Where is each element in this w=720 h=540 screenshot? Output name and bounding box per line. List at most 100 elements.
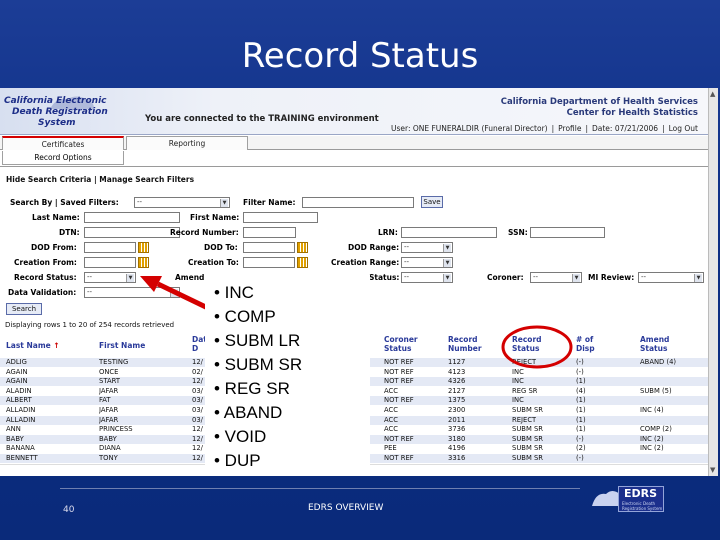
cell-first: TESTING bbox=[99, 358, 129, 366]
cell-recnum: 4326 bbox=[448, 377, 466, 386]
col-dod[interactable]: Dat D bbox=[192, 335, 206, 353]
cell-last[interactable]: ALADIN bbox=[6, 387, 32, 396]
cell-disp: (1) bbox=[576, 396, 586, 405]
cell-dod: 12/ bbox=[192, 444, 203, 453]
dtn-input[interactable] bbox=[84, 227, 180, 238]
mi-review-select[interactable]: -- ▼ bbox=[638, 272, 704, 283]
cell-coroner: NOT REF bbox=[384, 358, 414, 366]
dtn-label: DTN: bbox=[59, 228, 80, 237]
cell-disp: (1) bbox=[576, 425, 586, 434]
cell-coroner: NOT REF bbox=[384, 454, 414, 462]
scroll-down-icon[interactable]: ▼ bbox=[710, 466, 715, 474]
creation-range-label: Creation Range: bbox=[331, 258, 400, 267]
search-button[interactable]: Search bbox=[6, 303, 42, 315]
cell-dod: 03/ bbox=[192, 386, 203, 395]
cell-disp: (-) bbox=[576, 434, 584, 443]
cell-last[interactable]: BENNETT bbox=[6, 454, 38, 463]
coroner-label: Coroner: bbox=[487, 273, 524, 282]
col-num-disp[interactable]: # of Disp bbox=[576, 335, 595, 353]
cell-recnum: 3180 bbox=[448, 434, 466, 443]
cell-disp: (1) bbox=[576, 415, 586, 424]
search-criteria-links[interactable]: Hide Search Criteria | Manage Search Fil… bbox=[6, 175, 194, 184]
dod-range-select[interactable]: -- ▼ bbox=[401, 242, 453, 253]
cell-last[interactable]: ANN bbox=[6, 425, 21, 434]
col-record-number[interactable]: Record Number bbox=[448, 335, 482, 353]
cell-amend: COMP (2) bbox=[640, 425, 672, 434]
cell-coroner: ACC bbox=[384, 425, 399, 434]
tab-certificates[interactable]: Certificates bbox=[2, 136, 124, 150]
creation-range-select[interactable]: -- ▼ bbox=[401, 257, 453, 268]
dod-from-input[interactable] bbox=[84, 242, 136, 253]
vertical-scrollbar[interactable]: ▲ ▼ bbox=[708, 88, 718, 476]
cell-coroner: ACC bbox=[384, 406, 399, 414]
cell-recnum: 2127 bbox=[448, 386, 466, 395]
first-name-input[interactable] bbox=[243, 212, 318, 223]
cell-amend: INC (2) bbox=[640, 444, 664, 453]
coroner-select[interactable]: -- ▼ bbox=[530, 272, 582, 283]
tab-record-options[interactable]: Record Options bbox=[2, 151, 124, 165]
filter-name-input[interactable] bbox=[302, 197, 414, 208]
chevron-down-icon: ▼ bbox=[443, 259, 451, 267]
cell-status: REG SR bbox=[512, 386, 538, 395]
cell-last[interactable]: ADLIG bbox=[6, 358, 27, 367]
scroll-up-icon[interactable]: ▲ bbox=[710, 90, 715, 98]
first-name-label: First Name: bbox=[190, 213, 240, 222]
cell-last[interactable]: AGAIN bbox=[6, 377, 28, 386]
saved-filters-select[interactable]: -- ▼ bbox=[134, 197, 230, 208]
cell-last[interactable]: ALLADIN bbox=[6, 416, 35, 425]
calendar-icon[interactable] bbox=[297, 257, 308, 268]
cell-recnum: 1375 bbox=[448, 396, 466, 405]
mi-review-label: MI Review: bbox=[588, 273, 635, 282]
record-number-input[interactable] bbox=[243, 227, 296, 238]
calendar-icon[interactable] bbox=[297, 242, 308, 253]
chevron-down-icon: ▼ bbox=[694, 274, 702, 282]
lrn-input[interactable] bbox=[401, 227, 497, 238]
profile-link[interactable]: Profile bbox=[558, 124, 581, 133]
cell-disp: (2) bbox=[576, 444, 586, 453]
creation-to-label: Creation To: bbox=[188, 258, 239, 267]
chevron-down-icon: ▼ bbox=[572, 274, 580, 282]
cell-status: SUBM SR bbox=[512, 444, 544, 453]
calendar-icon[interactable] bbox=[138, 257, 149, 268]
cell-first: TONY bbox=[99, 454, 118, 462]
creation-from-input[interactable] bbox=[84, 257, 136, 268]
slide-title: Record Status bbox=[241, 36, 479, 76]
creation-from-label: Creation From: bbox=[14, 258, 77, 267]
status-select[interactable]: -- ▼ bbox=[401, 272, 453, 283]
ssn-input[interactable] bbox=[530, 227, 605, 238]
tab-reporting[interactable]: Reporting bbox=[126, 136, 248, 150]
record-status-select[interactable]: -- ▼ bbox=[84, 272, 136, 283]
cell-last[interactable]: ALLADIN bbox=[6, 406, 35, 415]
cell-disp: (4) bbox=[576, 386, 586, 395]
cell-dod: 12/ bbox=[192, 434, 203, 443]
cell-coroner: NOT REF bbox=[384, 434, 414, 443]
cell-first: START bbox=[99, 377, 120, 386]
col-coroner-status[interactable]: Coroner Status bbox=[384, 335, 418, 353]
col-record-status[interactable]: Record Status bbox=[512, 335, 542, 353]
col-amend-status[interactable]: Amend Status bbox=[640, 335, 669, 353]
cell-last[interactable]: ALBERT bbox=[6, 396, 32, 405]
creation-to-input[interactable] bbox=[243, 257, 295, 268]
data-validation-select[interactable]: -- ▼ bbox=[84, 287, 180, 298]
cell-coroner: PEE bbox=[384, 444, 397, 453]
cell-first: JAFAR bbox=[99, 386, 119, 395]
cell-recnum: 4196 bbox=[448, 444, 466, 453]
cell-last[interactable]: BABY bbox=[6, 435, 24, 444]
col-last-name[interactable]: Last Name ↑ bbox=[6, 341, 60, 350]
cell-status: SUBM SR bbox=[512, 425, 544, 434]
dod-to-input[interactable] bbox=[243, 242, 295, 253]
cell-last[interactable]: BANANA bbox=[6, 444, 35, 453]
cell-amend: INC (2) bbox=[640, 434, 664, 443]
save-button[interactable]: Save bbox=[421, 196, 443, 208]
col-first-name[interactable]: First Name bbox=[99, 341, 145, 350]
footer-divider bbox=[60, 488, 580, 489]
ssn-label: SSN: bbox=[508, 228, 528, 237]
cell-status: INC bbox=[512, 377, 524, 386]
last-name-input[interactable] bbox=[84, 212, 180, 223]
cell-first: BABY bbox=[99, 434, 117, 443]
logout-link[interactable]: Log Out bbox=[669, 124, 698, 133]
cell-last[interactable]: AGAIN bbox=[6, 368, 28, 377]
calendar-icon[interactable] bbox=[138, 242, 149, 253]
cell-disp: (1) bbox=[576, 406, 586, 414]
records-summary: Displaying rows 1 to 20 of 254 records r… bbox=[5, 321, 175, 329]
